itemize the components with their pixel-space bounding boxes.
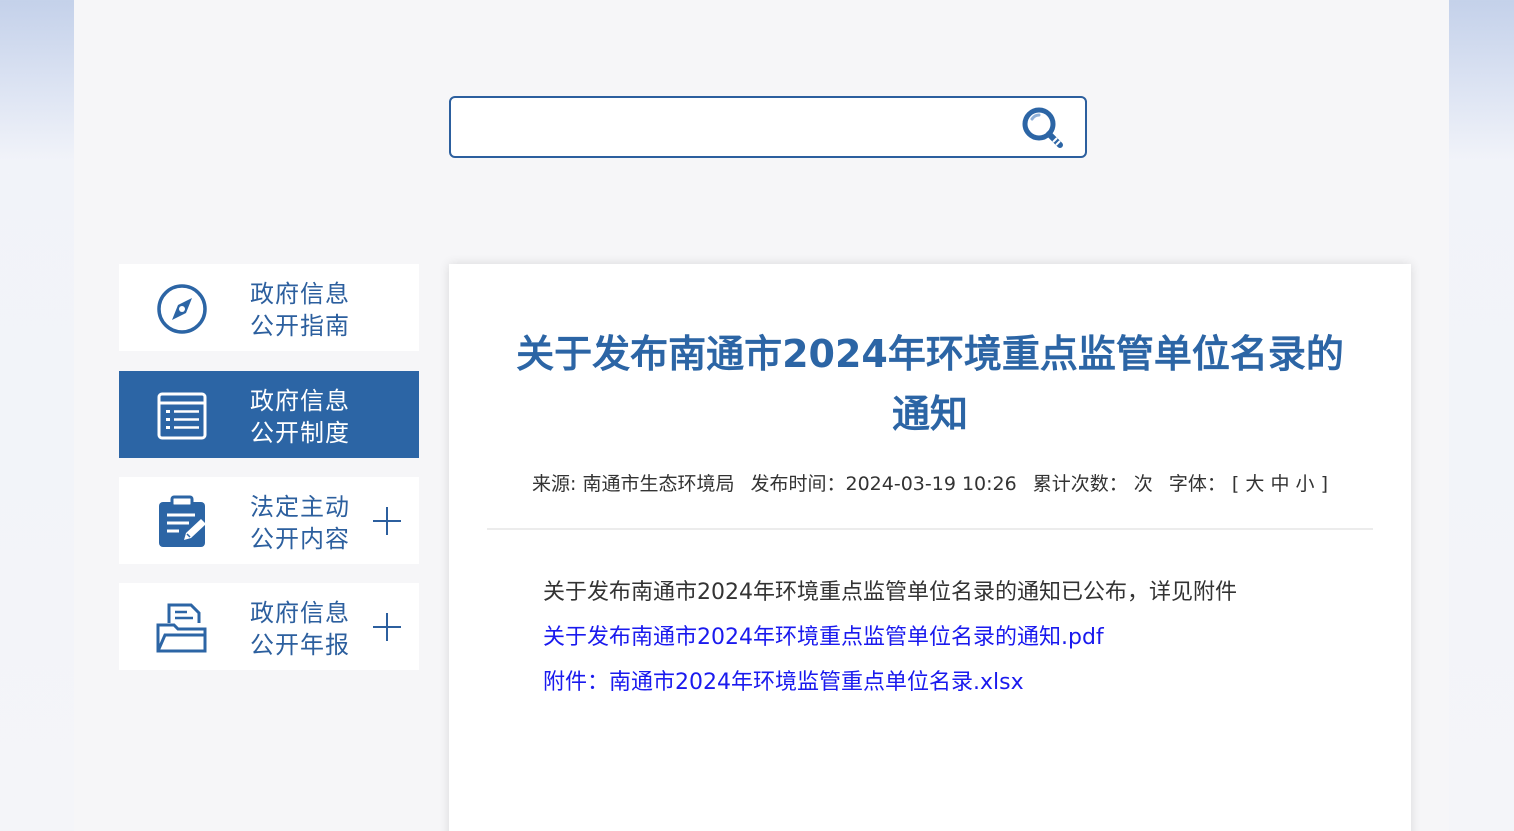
article-panel: 关于发布南通市2024年环境重点监管单位名录的 通知 来源: 南通市生态环境局 …: [449, 264, 1411, 831]
sidebar-item-label: 政府信息 公开制度: [250, 387, 350, 447]
search-input[interactable]: [463, 108, 1003, 146]
font-size-bracket-open: [: [1231, 473, 1240, 495]
article-title: 关于发布南通市2024年环境重点监管单位名录的 通知: [489, 324, 1371, 444]
font-size-medium[interactable]: 中: [1270, 473, 1289, 495]
sidebar-item-content[interactable]: 法定主动 公开内容: [119, 477, 419, 564]
search-button[interactable]: [1019, 106, 1067, 150]
font-size-label: 字体：: [1168, 473, 1226, 495]
article-view-count: 累计次数： 次: [1032, 473, 1153, 495]
sidebar-item-label: 政府信息 公开年报: [250, 599, 350, 659]
sidebar-item-label: 法定主动 公开内容: [250, 493, 350, 553]
meta-divider: [487, 528, 1373, 530]
font-size-bracket-close: ]: [1320, 473, 1328, 495]
sidebar-item-guide[interactable]: 政府信息 公开指南: [119, 264, 419, 351]
expand-plus-icon[interactable]: [373, 507, 401, 535]
attachment-link-xlsx[interactable]: 附件：南通市2024年环境监管重点单位名录.xlsx: [543, 668, 1024, 698]
article-body: 关于发布南通市2024年环境重点监管单位名录的通知已公布，详见附件: [543, 580, 1237, 605]
clipboard-edit-icon: [159, 495, 206, 547]
compass-icon: [157, 284, 207, 334]
attachment-link-pdf[interactable]: 关于发布南通市2024年环境重点监管单位名录的通知.pdf: [543, 623, 1104, 653]
article-source: 来源: 南通市生态环境局: [532, 473, 735, 495]
font-size-small[interactable]: 小: [1296, 473, 1315, 495]
folder-document-icon: [156, 603, 207, 653]
search-box: [449, 96, 1087, 158]
search-icon: [1022, 107, 1063, 148]
page-container: 政府信息 公开指南 政府信息 公开制度 法定主动 公开内容 政府信息 公开年报 …: [74, 0, 1449, 831]
article-title-line: 通知: [891, 392, 968, 436]
font-size-large[interactable]: 大: [1245, 473, 1264, 495]
article-meta: 来源: 南通市生态环境局 发布时间：2024-03-19 10:26 累计次数：…: [449, 469, 1411, 496]
list-icon: [157, 392, 207, 440]
sidebar-item-annual-report[interactable]: 政府信息 公开年报: [119, 583, 419, 670]
article-publish-time: 发布时间：2024-03-19 10:26: [750, 473, 1017, 495]
sidebar-item-system[interactable]: 政府信息 公开制度: [119, 371, 419, 458]
article-title-line: 关于发布南通市2024年环境重点监管单位名录的: [516, 332, 1344, 376]
expand-plus-icon[interactable]: [373, 613, 401, 641]
sidebar-item-label: 政府信息 公开指南: [250, 280, 350, 340]
